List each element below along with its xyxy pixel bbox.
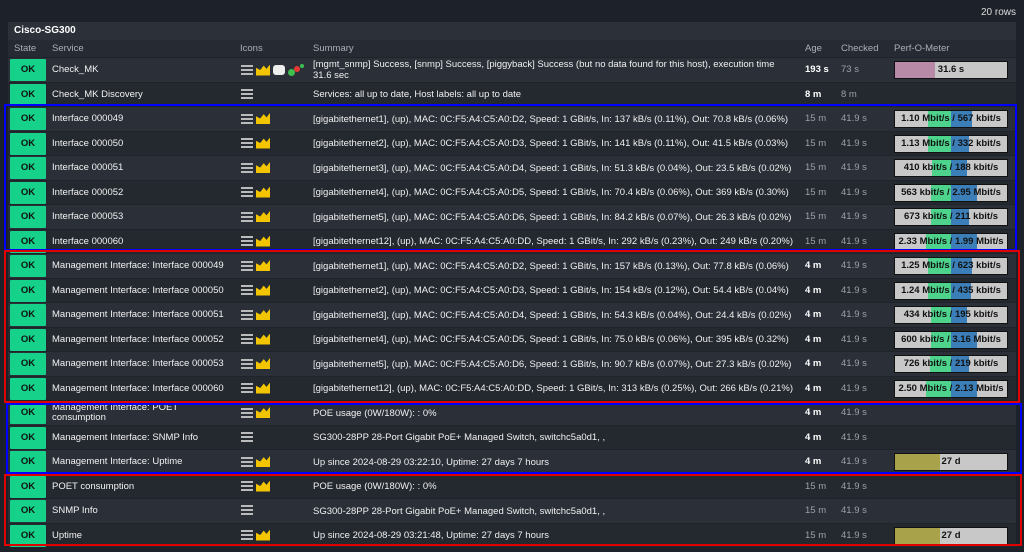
topology-icon[interactable]: [288, 64, 304, 76]
col-checked[interactable]: Checked: [841, 40, 879, 57]
menu-icon[interactable]: [241, 65, 253, 75]
state-badge[interactable]: OK: [10, 59, 46, 81]
service-name[interactable]: Check_MK Discovery: [52, 83, 232, 107]
col-state[interactable]: State: [14, 40, 36, 57]
summary: [mgmt_snmp] Success, [snmp] Success, [pi…: [313, 58, 793, 82]
state-badge[interactable]: OK: [10, 83, 46, 106]
perf-o-meter[interactable]: 31.6 s: [894, 61, 1008, 79]
comment-icon[interactable]: [273, 65, 285, 75]
col-age[interactable]: Age: [805, 40, 822, 57]
age: 8 m: [805, 88, 822, 100]
perf-label: 31.6 s: [937, 64, 965, 75]
graph-icon[interactable]: [256, 64, 270, 76]
highlight-box-red: [4, 474, 1022, 546]
last-checked: 8 m: [841, 88, 857, 100]
col-icons: Icons: [240, 43, 263, 54]
service-icons: [241, 88, 253, 99]
highlight-box-blue: [4, 104, 1017, 251]
table-header: State Service Icons Summary Age Checked …: [8, 40, 1016, 57]
summary: Services: all up to date, Host labels: a…: [313, 83, 793, 107]
age: 193 s: [805, 64, 829, 75]
table-row: OK Check_MK Discovery Services: all up to …: [8, 81, 1016, 107]
col-service[interactable]: Service: [52, 40, 84, 57]
col-perf-o-meter[interactable]: Perf-O-Meter: [894, 40, 949, 57]
highlight-box-blue: [6, 403, 1022, 474]
service-label[interactable]: Check_MK: [52, 65, 98, 75]
menu-icon[interactable]: [241, 88, 253, 99]
highlight-box-red: [4, 250, 1020, 403]
service-icons: [241, 64, 304, 76]
table-row: OK Check_MK [mgmt_snmp] Success, [snmp] Su…: [8, 57, 1016, 82]
last-checked: 73 s: [841, 64, 859, 75]
col-summary[interactable]: Summary: [313, 40, 354, 57]
row-count: 20 rows: [980, 7, 1016, 18]
service-name[interactable]: Check_MK: [52, 58, 232, 82]
service-label[interactable]: Check_MK Discovery: [52, 89, 143, 100]
summary-text: [mgmt_snmp] Success, [snmp] Success, [pi…: [313, 59, 775, 81]
host-title[interactable]: Cisco-SG300: [8, 22, 1016, 40]
summary-text: Services: all up to date, Host labels: a…: [313, 89, 522, 100]
